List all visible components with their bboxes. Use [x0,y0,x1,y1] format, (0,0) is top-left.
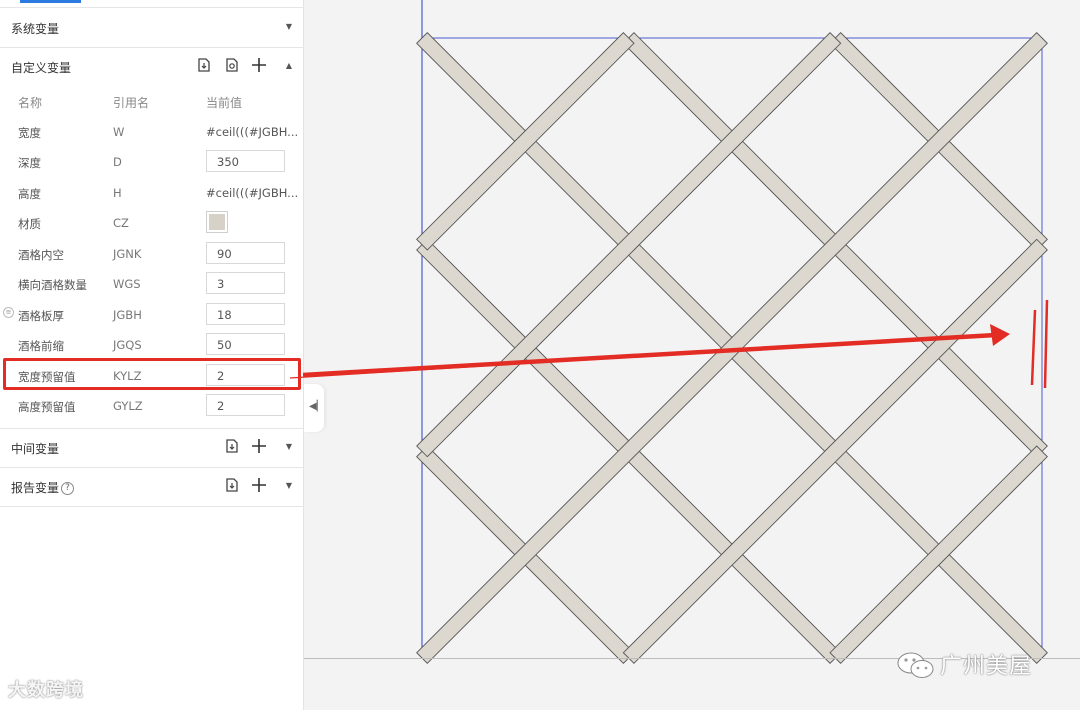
watermark-left: 大数跨境 [8,680,84,701]
wechat-icon [897,652,934,678]
watermark-right: 广州美屋 [940,654,1033,679]
design-canvas[interactable] [0,0,1080,710]
annotation-mark [1043,299,1049,389]
annotation-mark [1030,309,1037,386]
annotation-arrow-shaft [302,332,997,378]
annotation-arrowhead [990,324,1010,346]
